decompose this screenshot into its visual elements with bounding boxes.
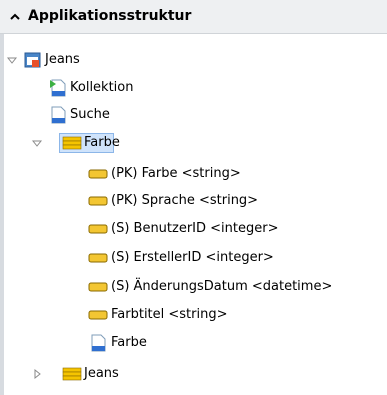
expand-open-icon[interactable] [6,54,18,66]
tree-node-label: Jeans [45,52,80,67]
field-icon [88,282,108,292]
tree-node-field[interactable]: (S) ErstellerID <integer> [0,248,387,268]
tree-node-jeans-table[interactable]: Jeans [0,364,387,384]
tree-node-label: Kollektion [70,80,134,95]
field-icon [88,224,108,234]
page-icon [51,106,66,124]
field-icon [88,253,108,263]
tree-node-field[interactable]: Farbtitel <string> [0,305,387,325]
tree-node-field[interactable]: (S) ÄnderungsDatum <datetime> [0,277,387,297]
tree-node-farbe-table[interactable]: Farbe [0,133,387,153]
expand-closed-icon[interactable] [31,368,43,380]
field-icon [88,196,108,206]
tree-node-label: (PK) Farbe <string> [111,166,241,181]
tree-node-label: (S) ErstellerID <integer> [111,250,274,265]
tree-node-label: Farbtitel <string> [111,307,228,322]
tree-node-kollektion[interactable]: Kollektion [0,78,387,98]
tree-node-label: (S) BenutzerID <integer> [111,221,279,236]
expand-open-icon[interactable] [31,137,43,149]
tree-node-label: (PK) Sprache <string> [111,193,259,208]
tree-node-label: Farbe [84,135,120,150]
tree-node-label: Farbe [111,335,147,350]
field-icon [88,310,108,320]
tree-node-jeans-app[interactable]: Jeans [0,50,387,70]
table-icon [62,136,82,150]
application-icon [24,52,41,68]
panel-title: Applikationsstruktur [28,8,192,24]
field-icon [88,169,108,179]
tree-node-field[interactable]: (PK) Sprache <string> [0,191,387,211]
tree-node-label: (S) ÄnderungsDatum <datetime> [111,279,333,294]
table-icon [62,367,82,381]
tree-node-field[interactable]: (S) BenutzerID <integer> [0,219,387,239]
tree-node-suche[interactable]: Suche [0,105,387,125]
page-arrow-icon [50,79,66,97]
panel-header[interactable]: Applikationsstruktur [0,0,387,34]
page-icon [91,334,106,352]
tree-node-farbe-page[interactable]: Farbe [0,333,387,353]
tree-node-label: Suche [70,107,110,122]
chevron-up-icon[interactable] [9,11,21,23]
tree-node-field[interactable]: (PK) Farbe <string> [0,164,387,184]
tree-node-label: Jeans [84,366,119,381]
